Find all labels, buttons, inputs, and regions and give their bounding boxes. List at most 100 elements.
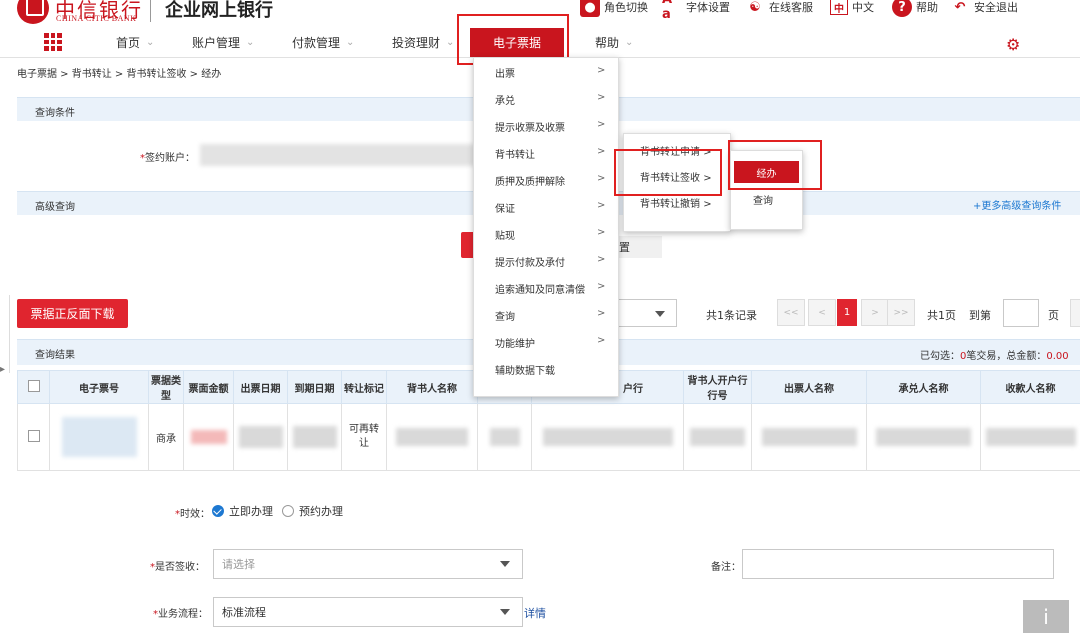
chevron-down-icon: ⌄	[246, 37, 255, 48]
select-all-checkbox[interactable]	[27, 379, 40, 392]
nav-account[interactable]: 账户管理 ⌄	[192, 34, 254, 51]
reset-button-partial[interactable]: 置	[617, 236, 662, 258]
nav-home-label: 首页	[116, 36, 141, 50]
info-icon[interactable]: i	[1023, 600, 1069, 633]
pager-last-button[interactable]: >>	[887, 299, 915, 326]
pager-first-button[interactable]: <<	[777, 299, 805, 326]
flow-value: 标准流程	[222, 606, 266, 619]
menu-item-payment[interactable]: 提示付款及承付	[495, 254, 565, 269]
chevron-right-icon: >	[597, 227, 606, 238]
col-header: 承兑人名称	[866, 370, 981, 404]
dropdown-arrow-icon	[500, 561, 510, 567]
radio-checked-icon	[212, 505, 224, 517]
due-date-cell	[287, 403, 342, 471]
menu-item-recourse[interactable]: 追索通知及同意清偿	[495, 281, 585, 296]
row-select-cell[interactable]	[17, 403, 50, 471]
acceptor-name-cell	[866, 403, 981, 471]
chevron-down-icon: ⌄	[146, 37, 155, 48]
online-service-button[interactable]: ☯ 在线客服	[745, 0, 813, 17]
issue-date-cell	[233, 403, 288, 471]
blurred-value	[396, 428, 468, 446]
language-label: 中文	[852, 1, 874, 14]
menu-item-accept[interactable]: 承兑	[495, 92, 515, 107]
logout-button[interactable]: ↶ 安全退出	[950, 0, 1018, 17]
col-header: 出票日期	[233, 370, 288, 404]
chevron-right-icon: >	[597, 65, 606, 76]
total-pages: 共1页	[927, 309, 956, 322]
breadcrumb: 电子票据 > 背书转让 > 背书转让签收 > 经办	[17, 69, 222, 80]
download-bills-button[interactable]: 票据正反面下载	[17, 299, 128, 328]
total-records: 共1条记录	[706, 309, 757, 322]
query-conditions-title: 查询条件	[35, 108, 75, 119]
nav-help[interactable]: 帮助 ⌄	[595, 34, 633, 51]
headset-icon: ☯	[749, 0, 761, 15]
amount-cell	[183, 403, 234, 471]
flow-select[interactable]: 标准流程	[213, 597, 523, 627]
menu-item-guarantee[interactable]: 保证	[495, 200, 515, 215]
gear-icon[interactable]: ⚙	[1006, 35, 1020, 54]
app-grid-icon[interactable]	[44, 33, 62, 51]
timing-scheduled-radio[interactable]: 预约办理	[282, 503, 343, 519]
logout-label: 安全退出	[974, 1, 1018, 14]
blurred-value	[985, 428, 1076, 446]
pager-prev-button[interactable]: <	[808, 299, 836, 326]
sign-select[interactable]: 请选择	[213, 549, 523, 579]
row-checkbox[interactable]	[27, 429, 40, 442]
help-label: 帮助	[916, 1, 938, 14]
collapse-arrow-icon[interactable]: ▸	[0, 364, 5, 375]
language-button[interactable]: 中 中文	[830, 0, 874, 17]
blurred-value	[876, 428, 971, 446]
menu-item-download[interactable]: 辅助数据下载	[495, 362, 555, 377]
app-title: 企业网上银行	[165, 0, 273, 21]
remark-label: 备注：	[711, 562, 741, 573]
selection-summary: 已勾选：0笔交易，总金额：0.00	[920, 347, 1069, 362]
nav-payment[interactable]: 付款管理 ⌄	[292, 34, 354, 51]
submenu-item-revoke[interactable]: 背书转让撤销 >	[640, 195, 712, 210]
more-conditions-link[interactable]: +更多高级查询条件	[973, 197, 1061, 212]
menu-item-endorse[interactable]: 背书转让	[495, 146, 535, 161]
goto-page-input[interactable]	[1003, 299, 1039, 327]
nav-invest[interactable]: 投资理财 ⌄	[392, 34, 454, 51]
account-select-blurred[interactable]	[200, 144, 475, 166]
menu-item-discount[interactable]: 贴现	[495, 227, 515, 242]
chevron-right-icon: >	[597, 173, 606, 184]
timing-label-text: 时效：	[180, 509, 210, 520]
nav-help-label: 帮助	[595, 36, 620, 50]
endorser-bank-code-cell	[683, 403, 752, 471]
table-row[interactable]: 商承 可再转让	[17, 403, 1080, 471]
sign-label-text: 是否签收：	[155, 562, 205, 573]
dropdown-arrow-icon	[655, 311, 665, 317]
highlight-sign-box	[614, 149, 722, 196]
blurred-value	[690, 428, 745, 446]
timing-scheduled-label: 预约办理	[299, 505, 343, 518]
nav-home[interactable]: 首页 ⌄	[116, 34, 154, 51]
blurred-value	[292, 426, 337, 448]
blurred-value	[542, 428, 673, 446]
timing-immediate-radio[interactable]: 立即办理	[212, 503, 273, 519]
help-button[interactable]: ? 帮助	[892, 0, 938, 17]
go-button-partial[interactable]	[1070, 299, 1080, 327]
pager-next-button[interactable]: >	[861, 299, 889, 326]
hidden-col-cell	[477, 403, 532, 471]
menu-item-receive[interactable]: 提示收票及收票	[495, 119, 565, 134]
menu-item-issue[interactable]: 出票	[495, 65, 515, 80]
menu-item-maintenance[interactable]: 功能维护	[495, 335, 535, 350]
col-header: 收款人名称	[980, 370, 1080, 404]
role-switch-button[interactable]: ● 角色切换	[580, 0, 648, 17]
page-size-select[interactable]	[618, 299, 677, 327]
nav-account-label: 账户管理	[192, 36, 241, 50]
detail-link[interactable]: 详情	[524, 605, 546, 621]
drawer-name-cell	[751, 403, 867, 471]
bill-number-cell	[49, 403, 149, 471]
menu-item-query[interactable]: 查询	[495, 308, 515, 323]
ebill-dropdown-menu: 出票 > 承兑 > 提示收票及收票 > 背书转让 > 质押及质押解除 > 保证 …	[473, 57, 619, 397]
remark-input[interactable]	[742, 549, 1054, 579]
select-all-cell[interactable]	[17, 370, 50, 404]
chevron-right-icon: >	[597, 119, 606, 130]
submenu-item-query[interactable]: 查询	[753, 192, 773, 207]
font-settings-button[interactable]: A a 字体设置	[662, 0, 730, 22]
user-icon: ●	[580, 0, 600, 17]
pager-current-page[interactable]: 1	[837, 299, 857, 326]
goto-label: 到第	[969, 309, 991, 322]
menu-item-pledge[interactable]: 质押及质押解除	[495, 173, 565, 188]
